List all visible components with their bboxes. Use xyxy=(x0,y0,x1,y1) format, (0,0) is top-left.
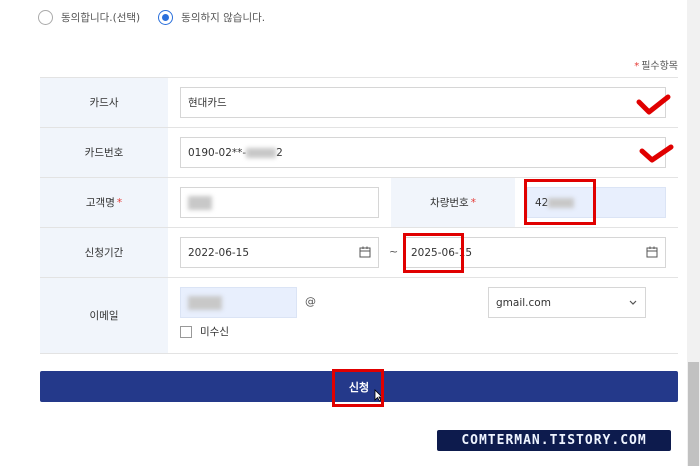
card-company-row: 카드사 현대카드 xyxy=(40,78,678,128)
customer-name-field[interactable] xyxy=(180,187,379,218)
required-note-text: 필수항목 xyxy=(641,61,678,72)
calendar-icon[interactable] xyxy=(359,246,371,258)
email-id-masked xyxy=(188,295,222,310)
period-row: 신청기간 2022-06-15 ~ 2025-06-15 xyxy=(40,228,678,278)
card-number-label: 카드번호 xyxy=(40,128,168,177)
disagree-radio[interactable] xyxy=(158,10,174,25)
chevron-down-icon xyxy=(629,300,637,305)
period-start-value: 2022-06-15 xyxy=(188,246,250,259)
annotation-box-vehicle xyxy=(524,179,596,225)
consent-disagree-option[interactable]: 동의하지 않습니다. xyxy=(158,10,265,25)
email-at-sign: @ xyxy=(305,295,316,308)
annotation-box-end-date xyxy=(403,233,464,273)
no-receive-checkbox[interactable] xyxy=(180,325,192,338)
watermark: COMTERMAN.TISTORY.COM xyxy=(437,430,671,451)
card-company-field[interactable]: 현대카드 xyxy=(180,87,666,118)
email-row: 이메일 @ gmail.com 미수신 xyxy=(40,278,678,354)
email-domain-select[interactable]: gmail.com xyxy=(488,287,646,318)
required-star: * xyxy=(634,61,640,72)
email-label: 이메일 xyxy=(40,278,168,353)
period-start-field[interactable]: 2022-06-15 xyxy=(180,237,379,268)
period-separator: ~ xyxy=(389,245,399,258)
vehicle-number-label: 차량번호 * xyxy=(391,178,515,227)
check-mark-icon xyxy=(636,94,671,115)
required-fields-note: * 필수항목 xyxy=(634,57,678,72)
consent-agree-option[interactable]: 동의합니다.(선택) xyxy=(38,10,140,25)
no-receive-option[interactable]: 미수신 xyxy=(180,324,229,339)
card-number-masked xyxy=(246,147,277,158)
card-number-row: 카드번호 0190-02**- 2 xyxy=(40,128,678,178)
email-domain-value: gmail.com xyxy=(496,296,551,309)
consent-radio-group: 동의합니다.(선택) 동의하지 않습니다. xyxy=(38,10,283,25)
card-number-suffix: 2 xyxy=(276,146,283,159)
check-mark-icon xyxy=(639,144,674,163)
email-id-field[interactable] xyxy=(180,287,297,318)
period-label: 신청기간 xyxy=(40,228,168,277)
calendar-icon[interactable] xyxy=(646,246,658,258)
card-company-value: 현대카드 xyxy=(188,97,227,109)
no-receive-label: 미수신 xyxy=(200,326,229,338)
annotation-box-submit xyxy=(332,369,384,407)
scrollbar-thumb[interactable] xyxy=(688,362,699,466)
page-scrollbar[interactable] xyxy=(687,0,700,466)
disagree-label: 동의하지 않습니다. xyxy=(181,12,266,24)
card-company-label: 카드사 xyxy=(40,78,168,127)
card-number-field[interactable]: 0190-02**- 2 xyxy=(180,137,666,168)
customer-name-label: 고객명 * xyxy=(40,178,168,227)
customer-name-masked xyxy=(188,195,212,210)
card-number-prefix: 0190-02**- xyxy=(188,146,247,159)
agree-label: 동의합니다.(선택) xyxy=(61,12,141,24)
agree-radio[interactable] xyxy=(38,10,53,25)
